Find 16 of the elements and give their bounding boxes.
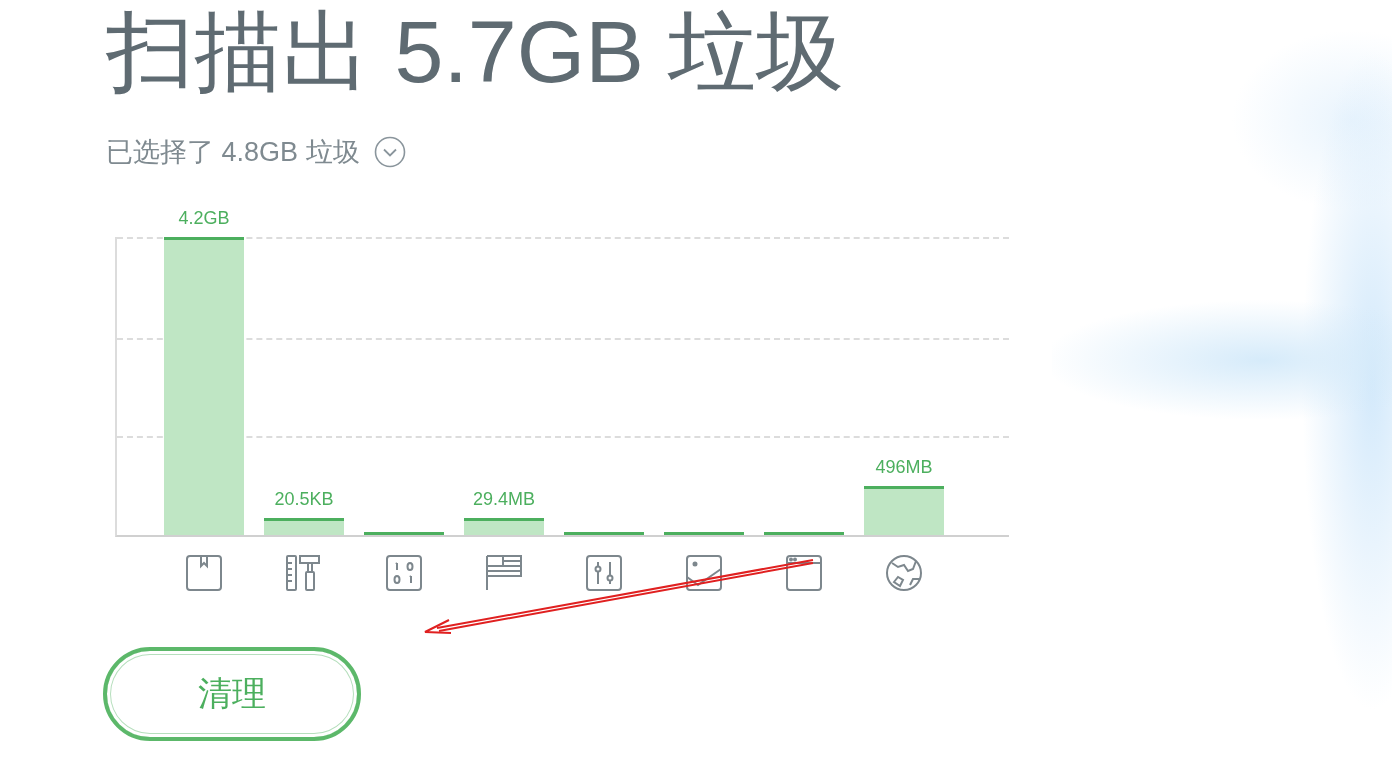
globe-icon[interactable] [886, 555, 922, 591]
expand-chevron-icon[interactable] [373, 136, 406, 168]
binary-digits-icon[interactable] [386, 555, 422, 591]
bar-value-label: 496MB [875, 456, 933, 478]
clean-button[interactable]: 清理 [103, 647, 361, 741]
flag-icon[interactable] [486, 555, 522, 591]
image-icon[interactable] [686, 555, 722, 591]
bar-value-label: 29.4MB [472, 489, 535, 510]
bar-value-label: 20.5KB [274, 489, 334, 510]
bookmark-box-icon[interactable] [186, 555, 222, 591]
scan-result-title: 扫描出 5.7GB 垃圾 [106, 1, 846, 103]
selected-size-text: 已选择了 4.8GB 垃圾 [106, 136, 360, 169]
ruler-hammer-icon[interactable] [286, 555, 322, 591]
bar-value-label: 4.2GB [178, 208, 230, 229]
sliders-icon[interactable] [586, 555, 622, 591]
browser-window-icon[interactable] [786, 555, 822, 591]
